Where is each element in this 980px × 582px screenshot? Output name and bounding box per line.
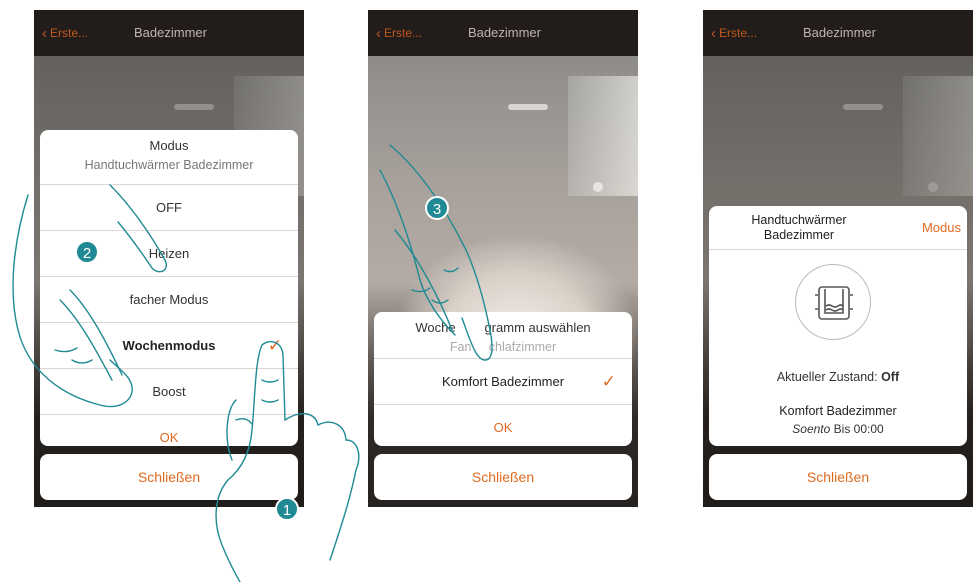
back-label: Erste... — [384, 26, 423, 40]
state-label: Aktueller Zustand: — [776, 370, 878, 384]
mode-link[interactable]: Modus — [922, 220, 961, 235]
step-number: 1 — [282, 502, 292, 519]
device-name: Handtuchwärmer Badezimmer — [729, 213, 869, 243]
option-label: Boost — [152, 384, 186, 399]
until-text: Bis 00:00 — [833, 422, 884, 436]
mode-option-off[interactable]: OFF — [40, 184, 298, 230]
bathroom-faucet — [508, 104, 548, 110]
option-label: Heizen — [148, 246, 190, 261]
program-option-komfort[interactable]: Komfort Badezimmer ✓ — [374, 358, 632, 404]
checkmark-icon: ✓ — [267, 336, 282, 355]
state-value: Off — [881, 370, 900, 384]
top-bar: ‹ Erste... Badezimmer — [34, 10, 304, 56]
close-button[interactable]: Schließen — [709, 454, 967, 500]
close-label: Schließen — [806, 469, 870, 485]
close-label: Schließen — [471, 469, 535, 485]
step-marker-3: 3 — [425, 196, 449, 220]
picker-subtitle: Fan chlafzimmer — [449, 340, 557, 354]
option-label: OFF — [156, 200, 182, 215]
until-prefix: Soento — [792, 422, 831, 436]
checkmark-icon: ✓ — [601, 372, 616, 391]
mode-option-wochenmodus[interactable]: Wochenmodus ✓ — [40, 322, 298, 368]
device-header: Handtuchwärmer Badezimmer Modus — [709, 206, 967, 250]
page-title: Badezimmer — [134, 25, 207, 40]
back-label: Erste... — [50, 26, 89, 40]
page-title: Badezimmer — [803, 25, 876, 40]
mode-option-simple[interactable]: facher Modus — [40, 276, 298, 322]
picker-title: Modus — [149, 138, 189, 153]
step-marker-2: 2 — [75, 240, 99, 264]
program-picker-sheet: Woche gramm auswählen Fan chlafzimmer Ko… — [374, 312, 632, 446]
phone-screen-mode-select: ‹ Erste... Badezimmer Modus Handtuchwärme… — [34, 10, 304, 507]
option-label: facher Modus — [129, 292, 209, 307]
step-number: 3 — [432, 201, 442, 218]
back-button[interactable]: ‹ Erste... — [711, 25, 757, 42]
program-label: Komfort Badezimmer — [441, 374, 565, 389]
towel-warmer-icon — [795, 264, 871, 340]
back-button[interactable]: ‹ Erste... — [376, 25, 422, 42]
ok-label: OK — [493, 420, 513, 435]
device-name-line2: Badezimmer — [763, 228, 835, 242]
phone-screen-device-status: ‹ Erste... Badezimmer Handtuchwärmer Bade… — [703, 10, 973, 507]
option-label: Wochenmodus — [122, 338, 216, 353]
active-program: Komfort Badezimmer — [779, 404, 897, 418]
chevron-left-icon: ‹ — [42, 25, 47, 42]
ok-button[interactable]: OK — [40, 414, 298, 446]
bathroom-window — [568, 76, 638, 196]
back-label: Erste... — [719, 26, 758, 40]
top-bar: ‹ Erste... Badezimmer — [368, 10, 638, 56]
picker-header: Modus Handtuchwärmer Badezimmer — [40, 130, 298, 184]
device-card: Handtuchwärmer Badezimmer Modus Aktuelle… — [709, 206, 967, 446]
close-button[interactable]: Schließen — [40, 454, 298, 500]
picker-title: Woche gramm auswählen — [415, 320, 591, 335]
chevron-left-icon: ‹ — [711, 25, 716, 42]
ok-label: OK — [159, 430, 179, 445]
mode-picker-sheet: Modus Handtuchwärmer Badezimmer OFF Heiz… — [40, 130, 298, 446]
page-title: Badezimmer — [468, 25, 541, 40]
top-bar: ‹ Erste... Badezimmer — [703, 10, 973, 56]
ok-button[interactable]: OK — [374, 404, 632, 446]
bathroom-knob — [593, 182, 603, 192]
close-label: Schließen — [137, 469, 201, 485]
step-marker-1: 1 — [275, 497, 299, 521]
close-button[interactable]: Schließen — [374, 454, 632, 500]
mode-option-boost[interactable]: Boost — [40, 368, 298, 414]
back-button[interactable]: ‹ Erste... — [42, 25, 88, 42]
picker-header: Woche gramm auswählen Fan chlafzimmer — [374, 312, 632, 358]
program-until: Soento Bis 00:00 — [709, 422, 967, 436]
current-state: Aktueller Zustand: Off — [709, 370, 967, 384]
chevron-left-icon: ‹ — [376, 25, 381, 42]
device-name-line1: Handtuchwärmer — [751, 213, 847, 227]
step-number: 2 — [82, 245, 92, 262]
picker-subtitle: Handtuchwärmer Badezimmer — [84, 158, 254, 172]
phone-screen-program-select: ‹ Erste... Badezimmer Woche gramm auswähl… — [368, 10, 638, 507]
